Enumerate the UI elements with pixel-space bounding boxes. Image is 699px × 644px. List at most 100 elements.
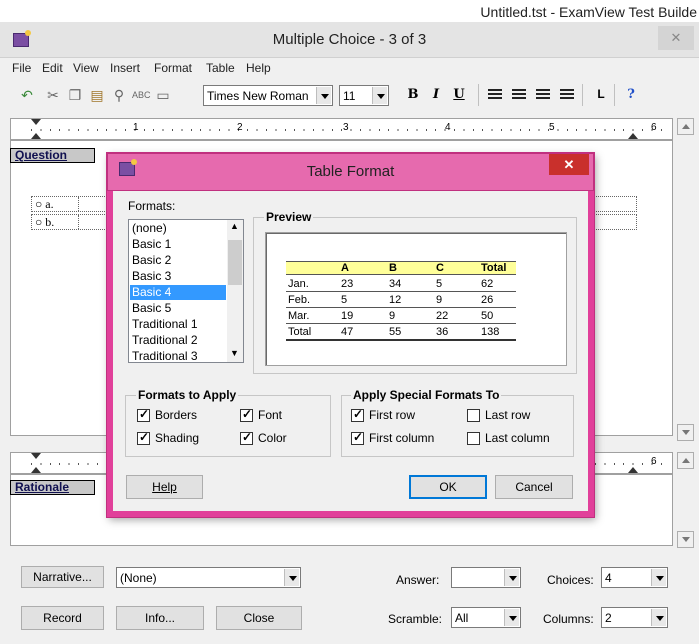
align-left-icon[interactable] xyxy=(488,89,502,101)
chevron-down-icon[interactable]: ▼ xyxy=(230,348,239,358)
help-button[interactable]: Help xyxy=(126,475,203,499)
choice-divider xyxy=(78,215,79,229)
info-button[interactable]: Info... xyxy=(116,606,204,630)
first-line-indent-marker[interactable] xyxy=(31,453,41,459)
menu-edit[interactable]: Edit xyxy=(42,61,63,75)
background-window-title: Untitled.tst - ExamView Test Builde xyxy=(480,4,697,20)
toolbar-separator xyxy=(478,84,479,106)
formats-label: Formats: xyxy=(128,199,176,213)
toolbar-separator xyxy=(582,84,583,106)
choices-select[interactable]: 4 xyxy=(601,567,668,588)
list-item[interactable]: Basic 3 xyxy=(130,269,226,284)
ruler-number: 3 xyxy=(343,122,349,133)
font-size-select[interactable]: 11 xyxy=(339,85,389,106)
special-formats-group xyxy=(341,395,574,457)
preview-cell: 5 xyxy=(341,294,348,306)
align-justify-icon[interactable] xyxy=(560,89,574,101)
font-name-value: Times New Roman xyxy=(207,89,309,103)
list-item[interactable]: Basic 1 xyxy=(130,237,226,252)
chevron-down-icon xyxy=(504,569,519,586)
preview-cell: 5 xyxy=(436,278,443,290)
list-item[interactable]: Traditional 1 xyxy=(130,317,226,332)
list-item-selected[interactable]: Basic 4 xyxy=(130,285,226,300)
scramble-select[interactable]: All xyxy=(451,607,521,628)
borders-checkbox[interactable] xyxy=(137,407,150,422)
menu-format[interactable]: Format xyxy=(154,61,192,75)
formats-to-apply-group xyxy=(125,395,331,457)
left-indent-marker[interactable] xyxy=(31,133,41,139)
right-indent-marker[interactable] xyxy=(628,467,638,473)
answer-label: Answer: xyxy=(396,573,440,587)
narrative-select[interactable]: (None) xyxy=(116,567,301,588)
insert-object-icon[interactable]: ▭ xyxy=(154,86,172,104)
help-button-label: Help xyxy=(152,480,177,494)
preview-cell: 34 xyxy=(389,278,402,290)
special-formats-title: Apply Special Formats To xyxy=(351,388,502,402)
list-item[interactable]: Traditional 2 xyxy=(130,333,226,348)
window-close-button[interactable]: ✕ xyxy=(658,26,694,50)
spellcheck-icon[interactable]: ABC xyxy=(132,86,151,104)
bold-button[interactable]: B xyxy=(404,87,422,102)
align-right-icon[interactable] xyxy=(536,89,550,101)
underline-button[interactable]: U xyxy=(450,87,468,102)
narrative-button[interactable]: Narrative... xyxy=(21,566,104,588)
background-window-titlebar: Untitled.tst - ExamView Test Builde xyxy=(0,0,699,22)
tab-stop-icon[interactable]: L xyxy=(592,87,610,101)
cancel-button[interactable]: Cancel xyxy=(495,475,573,499)
scroll-down-button[interactable] xyxy=(677,531,694,548)
preview-header-cell: C xyxy=(436,262,444,274)
menu-table[interactable]: Table xyxy=(206,61,235,75)
chevron-up-icon[interactable]: ▲ xyxy=(230,221,239,231)
paste-icon[interactable]: ▤ xyxy=(88,86,106,104)
align-center-icon[interactable] xyxy=(512,89,526,101)
copy-icon[interactable]: ❐ xyxy=(66,86,84,104)
first-row-checkbox[interactable] xyxy=(351,407,364,422)
color-checkbox[interactable] xyxy=(240,430,253,445)
font-checkbox[interactable] xyxy=(240,407,253,422)
shading-checkbox[interactable] xyxy=(137,430,150,445)
right-indent-marker[interactable] xyxy=(628,133,638,139)
cut-icon[interactable]: ✂ xyxy=(44,86,62,104)
help-icon[interactable]: ? xyxy=(622,87,640,102)
preview-row-divider xyxy=(286,307,516,308)
window-title: Multiple Choice - 3 of 3 xyxy=(272,31,427,48)
preview-cell: 23 xyxy=(341,278,354,290)
italic-button[interactable]: I xyxy=(427,87,445,102)
dialog-close-button[interactable]: ✕ xyxy=(549,154,589,175)
answer-select[interactable] xyxy=(451,567,521,588)
menu-view[interactable]: View xyxy=(73,61,99,75)
first-column-checkbox[interactable] xyxy=(351,430,364,445)
find-icon[interactable]: ⚲ xyxy=(110,86,128,104)
scroll-down-button[interactable] xyxy=(677,424,694,441)
menu-file[interactable]: File xyxy=(12,61,31,75)
list-item[interactable]: Basic 2 xyxy=(130,253,226,268)
menubar xyxy=(0,58,699,78)
left-indent-marker[interactable] xyxy=(31,467,41,473)
record-button[interactable]: Record xyxy=(21,606,104,630)
last-row-checkbox[interactable] xyxy=(467,409,480,422)
scroll-up-button[interactable] xyxy=(677,452,694,469)
preview-header-cell: A xyxy=(341,262,349,274)
preview-row-divider xyxy=(286,291,516,292)
choice-label: ○ b. xyxy=(35,215,55,229)
last-column-checkbox[interactable] xyxy=(467,432,480,445)
list-item[interactable]: Basic 5 xyxy=(130,301,226,316)
close-button[interactable]: Close xyxy=(216,606,302,630)
ok-button[interactable]: OK xyxy=(409,475,487,499)
preview-group-title: Preview xyxy=(264,210,314,224)
menu-help[interactable]: Help xyxy=(246,61,271,75)
list-item[interactable]: (none) xyxy=(130,221,226,236)
columns-select[interactable]: 2 xyxy=(601,607,668,628)
first-line-indent-marker[interactable] xyxy=(31,119,41,125)
preview-cell: 22 xyxy=(436,310,449,322)
last-column-label: Last column xyxy=(485,431,550,445)
list-item[interactable]: Traditional 3 xyxy=(130,349,226,362)
last-row-label: Last row xyxy=(485,408,531,422)
font-name-select[interactable]: Times New Roman xyxy=(203,85,333,106)
menu-insert[interactable]: Insert xyxy=(110,61,140,75)
first-row-label: First row xyxy=(369,408,415,422)
scramble-value: All xyxy=(455,611,469,625)
scroll-up-button[interactable] xyxy=(677,118,694,135)
formats-scroll-thumb[interactable] xyxy=(228,240,242,285)
undo-icon[interactable]: ↶ xyxy=(18,86,36,104)
